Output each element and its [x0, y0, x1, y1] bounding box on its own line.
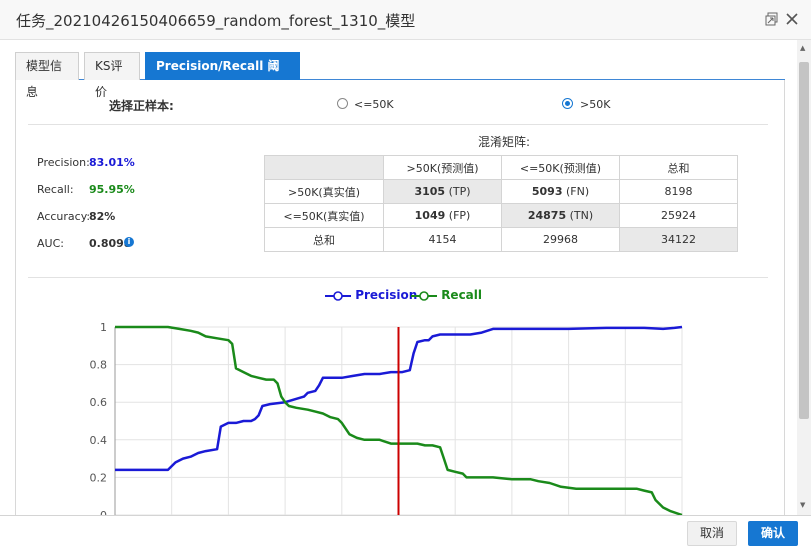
tab-ks-evaluation[interactable]: KS评价: [84, 52, 140, 99]
legend-label: Precision: [355, 288, 418, 302]
tab-precision-recall[interactable]: Precision/Recall 阈值调整: [145, 52, 300, 99]
confirm-button[interactable]: 确认: [748, 521, 798, 546]
info-icon[interactable]: i: [124, 237, 134, 247]
table-header: >50K(预测值): [383, 155, 502, 180]
legend-recall[interactable]: Recall: [411, 288, 482, 302]
cancel-button[interactable]: 取消: [687, 521, 737, 546]
precision-value: 83.01%: [89, 156, 135, 169]
table-row: >50K(预测值) <=50K(预测值) 总和: [264, 155, 738, 180]
y-tick-label: 1: [100, 321, 107, 334]
table-cell: [264, 155, 384, 180]
auc-label: AUC:: [37, 237, 64, 250]
table-row: <=50K(真实值) 1049 (FP) 24875 (TN) 25924: [264, 203, 738, 228]
precision-label: Precision:: [37, 156, 90, 169]
cell-fn: 5093 (FN): [501, 179, 620, 204]
tab-model-info[interactable]: 模型信息: [15, 52, 79, 99]
row-label: >50K(真实值): [264, 179, 384, 204]
tab-bar: 模型信息 KS评价 Precision/Recall 阈值调整: [15, 52, 785, 99]
radio-gt-50k[interactable]: [562, 98, 573, 109]
radio-gt-50k-label[interactable]: >50K: [580, 98, 610, 111]
radio-le-50k[interactable]: [337, 98, 348, 109]
y-tick-label: 0.2: [90, 471, 108, 484]
scrollbar[interactable]: ▲ ▼: [797, 40, 811, 515]
cell-total: 29968: [501, 227, 620, 252]
legend-precision[interactable]: Precision: [325, 288, 417, 302]
y-tick-label: 0.6: [90, 396, 108, 409]
radio-le-50k-label[interactable]: <=50K: [354, 98, 394, 111]
close-icon[interactable]: [785, 12, 799, 26]
legend-line-icon: [411, 290, 437, 301]
positive-sample-label: 选择正样本:: [109, 99, 174, 113]
cell-fp: 1049 (FP): [383, 203, 502, 228]
recall-value: 95.95%: [89, 183, 135, 196]
legend-label: Recall: [441, 288, 483, 302]
table-header: 总和: [619, 155, 738, 180]
table-row: >50K(真实值) 3105 (TP) 5093 (FN) 8198: [264, 179, 738, 204]
accuracy-value: 82%: [89, 210, 116, 223]
recall-label: Recall:: [37, 183, 74, 196]
table-header: <=50K(预测值): [501, 155, 620, 180]
y-tick-label: 0.8: [90, 359, 108, 372]
cell-tn: 24875 (TN): [501, 203, 620, 228]
scroll-down-icon[interactable]: ▼: [800, 501, 805, 509]
precision-recall-chart: 00.20.40.60.81: [90, 321, 683, 515]
title-bar: 任务_20210426150406659_random_forest_1310_…: [0, 0, 811, 40]
row-label: <=50K(真实值): [264, 203, 384, 228]
divider: [28, 124, 768, 125]
scroll-thumb[interactable]: [799, 62, 809, 419]
confusion-matrix-title: 混淆矩阵:: [478, 135, 531, 149]
confusion-matrix-table: >50K(预测值) <=50K(预测值) 总和 >50K(真实值) 3105 (…: [264, 155, 738, 252]
cell-total: 4154: [383, 227, 502, 252]
restore-window-icon[interactable]: [765, 12, 779, 26]
row-label: 总和: [264, 227, 384, 252]
divider: [28, 277, 768, 278]
cell-tp: 3105 (TP): [383, 179, 502, 204]
cell-total: 25924: [619, 203, 738, 228]
legend-line-icon: [325, 290, 351, 301]
table-row: 总和 4154 29968 34122: [264, 227, 738, 252]
scroll-up-icon[interactable]: ▲: [800, 44, 805, 52]
window-title: 任务_20210426150406659_random_forest_1310_…: [16, 12, 416, 30]
cell-grand-total: 34122: [619, 227, 738, 252]
cell-total: 8198: [619, 179, 738, 204]
accuracy-label: Accuracy:: [37, 210, 91, 223]
y-tick-label: 0.4: [90, 434, 108, 447]
